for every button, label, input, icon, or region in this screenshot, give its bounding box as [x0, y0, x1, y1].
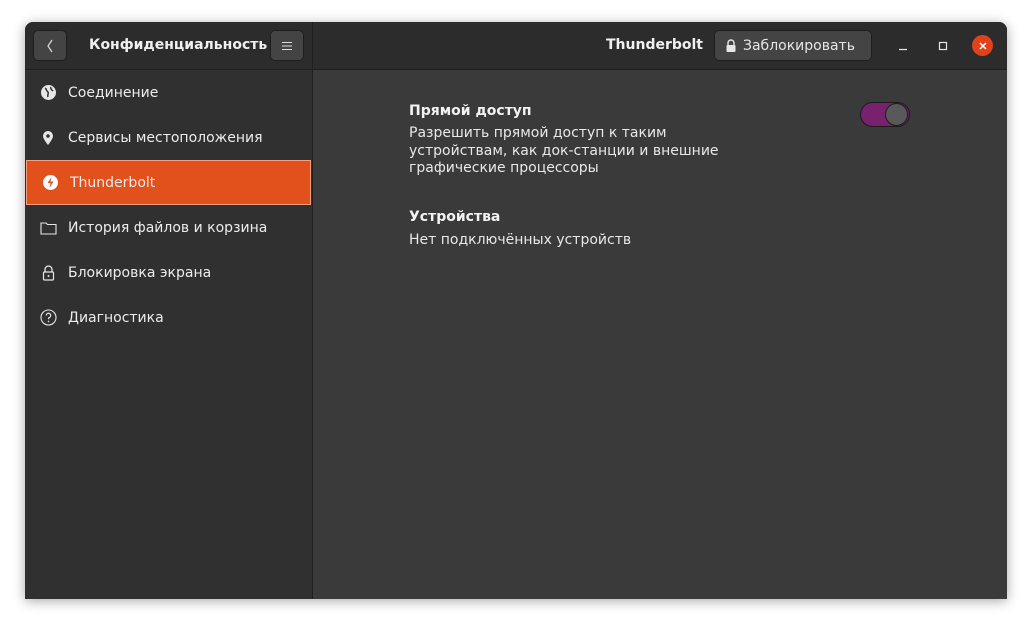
direct-access-description: Разрешить прямой доступ к таким устройст… [409, 125, 719, 178]
location-pin-icon [39, 129, 57, 147]
sidebar-item-label: История файлов и корзина [68, 219, 268, 236]
direct-access-toggle[interactable] [860, 102, 910, 127]
back-button[interactable] [33, 30, 67, 61]
sidebar-item-location[interactable]: Сервисы местоположения [25, 115, 312, 160]
direct-access-description-line: Разрешить прямой доступ к таким [409, 125, 667, 141]
lock-button[interactable]: Заблокировать [714, 30, 872, 61]
hamburger-icon [282, 41, 292, 50]
sidebar-item-connection[interactable]: Соединение [25, 70, 312, 115]
sidebar-item-label: Соединение [68, 84, 159, 101]
page-title: Thunderbolt [606, 37, 704, 53]
maximize-button[interactable] [933, 36, 953, 56]
direct-access-description-line: устройствам, как док-станции и внешние [409, 142, 719, 159]
devices-title: Устройства [409, 209, 501, 225]
sidebar-item-diagnostics[interactable]: Диагностика [25, 295, 312, 340]
header-bar: Конфиденциальность Thunderbolt Заблокиро… [25, 22, 1007, 70]
lock-button-label: Заблокировать [743, 37, 855, 54]
thunderbolt-icon [41, 174, 59, 192]
maximize-icon [938, 41, 948, 51]
lock-icon [39, 264, 57, 282]
sidebar-item-label: Блокировка экрана [68, 264, 212, 281]
sidebar-item-label: Сервисы местоположения [68, 129, 263, 146]
sidebar-title: Конфиденциальность [89, 37, 268, 53]
sidebar-item-label: Thunderbolt [70, 174, 156, 191]
lock-icon [726, 38, 736, 52]
close-button[interactable] [972, 35, 993, 56]
menu-button[interactable] [270, 30, 304, 61]
sidebar-item-file-history[interactable]: История файлов и корзина [25, 205, 312, 250]
sidebar-item-label: Диагностика [68, 309, 164, 326]
devices-status: Нет подключённых устройств [409, 232, 632, 248]
sidebar-item-screen-lock[interactable]: Блокировка экрана [25, 250, 312, 295]
sidebar: Соединение Сервисы местоположения Thunde… [25, 70, 313, 599]
question-icon [39, 309, 57, 327]
minimize-button[interactable] [893, 36, 913, 56]
chevron-left-icon [47, 39, 53, 52]
content-panel: Прямой доступ Разрешить прямой доступ к … [313, 70, 1007, 599]
folder-icon [39, 219, 57, 237]
header-divider [312, 22, 313, 69]
globe-icon [39, 84, 57, 102]
settings-window: Конфиденциальность Thunderbolt Заблокиро… [25, 22, 1007, 599]
direct-access-description-line: графические процессоры [409, 160, 599, 176]
close-icon [978, 41, 987, 50]
toggle-knob [885, 103, 908, 126]
minimize-icon [899, 48, 907, 51]
direct-access-title: Прямой доступ [409, 103, 532, 119]
sidebar-item-thunderbolt[interactable]: Thunderbolt [26, 160, 311, 205]
